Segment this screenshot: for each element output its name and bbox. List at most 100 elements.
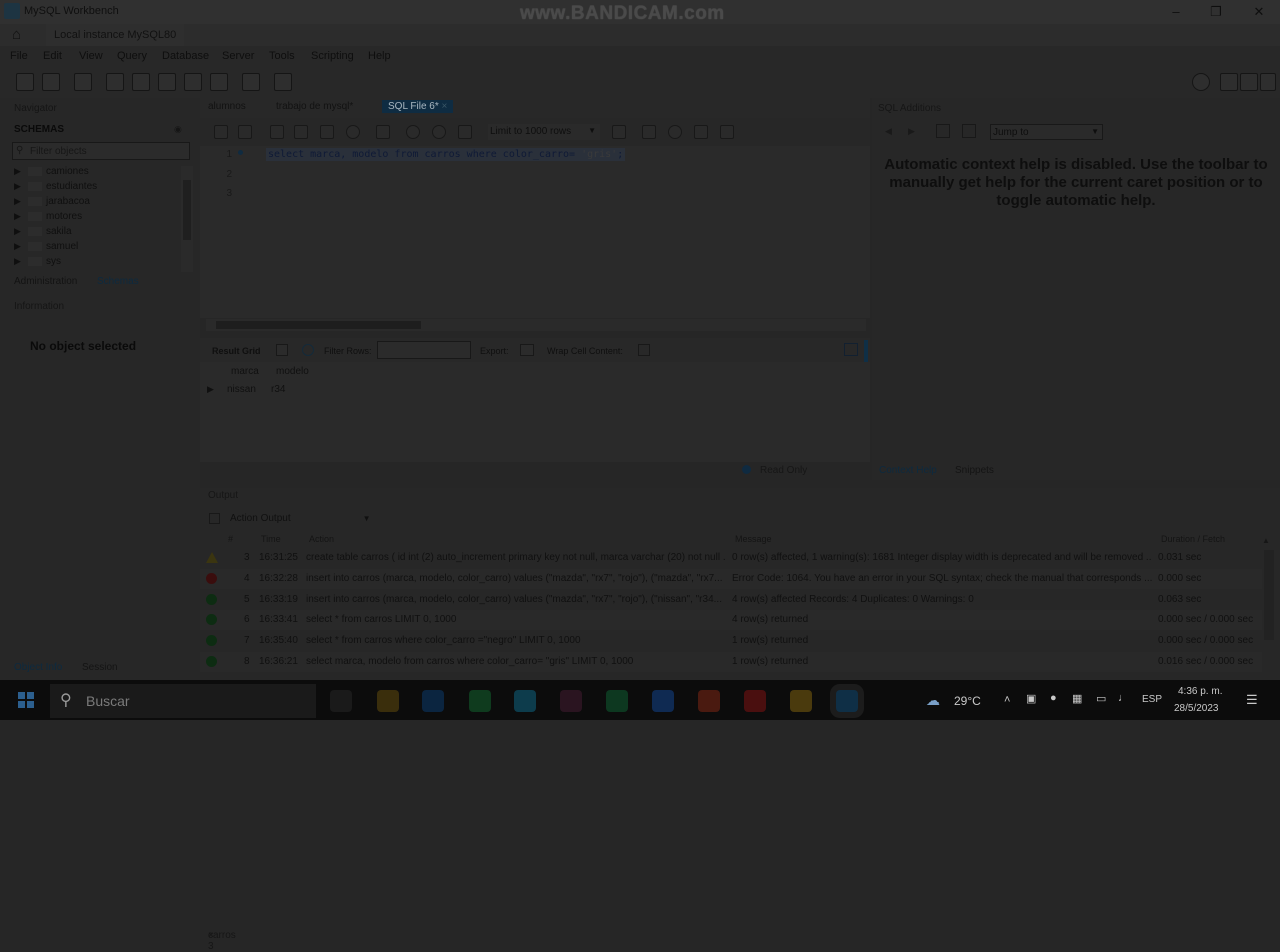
tab-schemas[interactable]: Schemas — [97, 276, 139, 287]
sql-statement[interactable]: select marca, modelo from carros where c… — [266, 148, 626, 161]
home-icon[interactable]: ⌂ — [12, 26, 21, 43]
scrollbar-thumb[interactable] — [216, 321, 421, 329]
expand-arrow-icon[interactable]: ▶ — [14, 166, 28, 177]
windows-start-icon[interactable] — [18, 692, 34, 708]
inspector-icon[interactable] — [74, 73, 92, 91]
toggle-continue-icon[interactable] — [376, 125, 390, 139]
tab-alumnos[interactable]: alumnos — [202, 100, 252, 113]
whatsapp-icon[interactable] — [469, 690, 491, 712]
wrap-icon[interactable] — [638, 344, 650, 356]
output-row[interactable]: 3 16:31:25 create table carros ( id int (2… — [200, 548, 1262, 568]
settings-icon[interactable] — [1192, 73, 1210, 91]
output-scrollbar[interactable] — [1264, 550, 1274, 640]
schema-scrollbar[interactable] — [181, 166, 193, 272]
commit-icon[interactable] — [406, 125, 420, 139]
beautify-icon[interactable] — [642, 125, 656, 139]
forward-icon[interactable]: ▶ — [908, 126, 915, 137]
tab-snippets[interactable]: Snippets — [955, 465, 994, 476]
create-table-icon[interactable] — [132, 73, 150, 91]
photoshop-icon[interactable] — [422, 690, 444, 712]
form-editor-icon[interactable] — [844, 343, 858, 356]
add-bookmark-icon[interactable] — [612, 125, 626, 139]
language-indicator[interactable]: ESP — [1142, 694, 1162, 705]
editor-horizontal-scrollbar[interactable] — [206, 319, 866, 331]
battery-icon[interactable]: ▭ — [1096, 692, 1106, 705]
result-cell[interactable]: r34 — [271, 384, 285, 395]
close-tab-icon[interactable]: × — [208, 930, 214, 941]
microphone-icon[interactable]: ● — [1050, 692, 1057, 704]
notification-icon[interactable]: ☰ — [1246, 692, 1258, 708]
volume-icon[interactable]: ♩ — [1118, 692, 1129, 704]
output-row[interactable]: 8 16:36:21 select marca, modelo from carro… — [200, 652, 1262, 672]
close-tab-icon[interactable]: × — [442, 101, 448, 112]
expand-arrow-icon[interactable]: ▶ — [14, 211, 28, 222]
word-icon[interactable] — [652, 690, 674, 712]
weather-icon[interactable]: ☁ — [926, 692, 940, 709]
tab-session[interactable]: Session — [82, 662, 118, 673]
schema-item[interactable]: ▶ jarabacoa — [14, 196, 90, 207]
filter-objects-input[interactable]: ⚲ Filter objects — [12, 142, 190, 160]
refresh-icon[interactable] — [302, 344, 314, 356]
schema-item[interactable]: ▶ samuel — [14, 241, 78, 252]
expand-arrow-icon[interactable]: ▶ — [14, 256, 28, 267]
chevron-up-icon[interactable]: ˄ — [1004, 694, 1010, 706]
maximize-icon[interactable]: ❐ — [1208, 4, 1224, 20]
expand-arrow-icon[interactable]: ▶ — [14, 241, 28, 252]
column-header[interactable]: modelo — [276, 366, 309, 377]
clock-date[interactable]: 28/5/2023 — [1174, 703, 1219, 714]
network-icon[interactable]: ▣ — [1026, 692, 1036, 705]
reconnect-icon[interactable] — [274, 73, 292, 91]
menu-database[interactable]: Database — [162, 50, 209, 62]
manual-help-icon[interactable] — [936, 124, 950, 138]
result-side-bar[interactable] — [864, 340, 868, 364]
save-icon[interactable] — [238, 125, 252, 139]
edge-icon[interactable] — [514, 690, 536, 712]
export-icon[interactable] — [520, 344, 534, 356]
menu-scripting[interactable]: Scripting — [311, 50, 354, 62]
schema-item[interactable]: ▶ sys — [14, 256, 61, 267]
file-explorer-icon[interactable] — [377, 690, 399, 712]
tab-trabajo-de-mysql[interactable]: trabajo de mysql* — [270, 100, 359, 113]
new-sql-tab-icon[interactable] — [16, 73, 34, 91]
copy-output-icon[interactable] — [209, 513, 220, 524]
camera-icon[interactable]: ▦ — [1072, 692, 1082, 705]
mysql-workbench-icon[interactable] — [836, 690, 858, 712]
schema-item[interactable]: ▶ camiones — [14, 166, 89, 177]
tab-sql-file-6[interactable]: SQL File 6* × — [382, 100, 454, 113]
schema-item[interactable]: ▶ sakila — [14, 226, 72, 237]
explain-icon[interactable] — [320, 125, 334, 139]
tab-object-info[interactable]: Object Info — [14, 662, 62, 673]
powerpoint-icon[interactable] — [698, 690, 720, 712]
execute-icon[interactable] — [270, 125, 284, 139]
refresh-schemas-icon[interactable]: ◉ — [174, 124, 182, 135]
wrap-lines-icon[interactable] — [720, 125, 734, 139]
output-row[interactable]: 7 16:35:40 select * from carros where colo… — [200, 631, 1262, 652]
grid-icon[interactable] — [276, 344, 288, 356]
open-file-icon[interactable] — [214, 125, 228, 139]
create-procedure-icon[interactable] — [184, 73, 202, 91]
connection-tab[interactable]: Local instance MySQL80 — [46, 24, 185, 46]
excel-icon[interactable] — [606, 690, 628, 712]
toggle-sidebar-icon[interactable] — [1220, 73, 1238, 91]
output-row[interactable]: 4 16:32:28 insert into carros (marca, mode… — [200, 568, 1262, 589]
execute-current-icon[interactable] — [294, 125, 308, 139]
find-icon[interactable] — [668, 125, 682, 139]
menu-server[interactable]: Server — [222, 50, 254, 62]
create-schema-icon[interactable] — [106, 73, 124, 91]
output-type-select[interactable]: Action Output ▼ — [230, 513, 371, 524]
tab-context-help[interactable]: Context Help — [879, 465, 937, 476]
schema-item[interactable]: ▶ motores — [14, 211, 82, 222]
menu-view[interactable]: View — [79, 50, 103, 62]
scroll-up-icon[interactable]: ▲ — [1262, 536, 1270, 545]
expand-arrow-icon[interactable]: ▶ — [14, 226, 28, 237]
expand-arrow-icon[interactable]: ▶ — [14, 196, 28, 207]
toggle-additions-icon[interactable] — [1260, 73, 1276, 91]
expand-arrow-icon[interactable]: ▶ — [14, 181, 28, 192]
menu-query[interactable]: Query — [117, 50, 147, 62]
close-icon[interactable]: ✕ — [1251, 4, 1267, 20]
store-icon[interactable] — [560, 690, 582, 712]
result-cell[interactable]: nissan — [227, 384, 256, 395]
limit-rows-select[interactable]: Limit to 1000 rows ▼ — [488, 124, 600, 140]
tab-administration[interactable]: Administration — [14, 276, 77, 287]
back-icon[interactable]: ◀ — [885, 126, 892, 137]
